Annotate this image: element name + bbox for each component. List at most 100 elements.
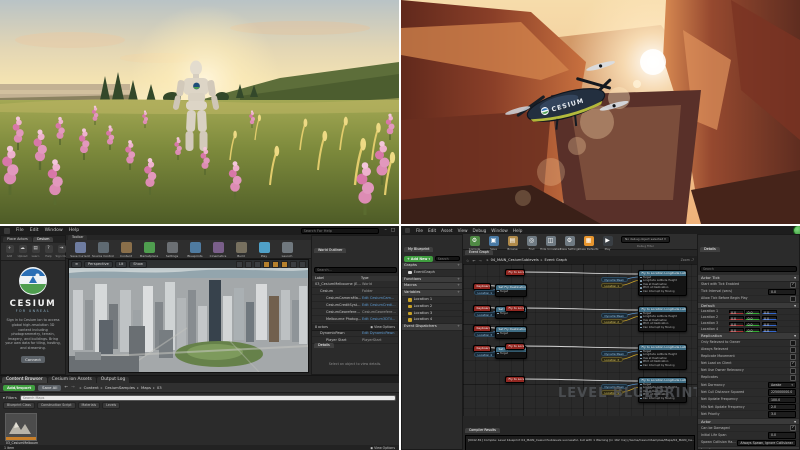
outliner-row[interactable]: Melbourne PhotogrammetryEdit Cesium3DTil…	[312, 316, 398, 323]
tab-output-log[interactable]: Output Log	[97, 377, 130, 383]
main-toolbar-button[interactable]: Blueprints	[185, 242, 205, 258]
back-icon[interactable]: ←	[64, 385, 68, 390]
function-node[interactable]: Fly to Location Longitude Latitude Heigh…	[638, 306, 687, 332]
my-blueprint-row[interactable]: Graphs +	[402, 263, 462, 270]
bookmark-star-icon[interactable]: ☆	[466, 258, 469, 263]
my-blueprint-row[interactable]: Location 4 +	[402, 317, 462, 324]
tab-place-actors[interactable]: Place Actors	[3, 237, 32, 242]
breadcrumb-item[interactable]: 03	[151, 385, 162, 390]
help-search-input[interactable]	[301, 228, 379, 234]
details-row[interactable]: Net Dormancy Awake	[698, 382, 799, 389]
event-graph-tab[interactable]: Event Graph	[465, 250, 493, 255]
viewport-options-icon[interactable]: ≡	[71, 261, 82, 268]
breadcrumb-item[interactable]: Maps	[135, 385, 151, 390]
menu-item[interactable]: View	[458, 228, 468, 233]
details-row[interactable]: Only Relevant to Owner	[698, 340, 799, 347]
variable-get-pill[interactable]: Location 2	[474, 312, 496, 317]
breadcrumb-item[interactable]: 04_MAIN_CesiumSublevels	[485, 258, 539, 262]
my-blueprint-row[interactable]: Location 1 +	[402, 297, 462, 304]
menu-item[interactable]: Window	[491, 228, 508, 233]
cesium-toolbar-button[interactable]: + Add	[4, 245, 15, 258]
tab-cesium[interactable]: Cesium	[33, 237, 54, 242]
action-node[interactable]: Set Fly DestinationTarget	[495, 284, 527, 297]
my-blueprint-search-input[interactable]	[435, 256, 460, 262]
pawn-get-pill[interactable]: DynamicPawn	[601, 277, 628, 282]
details-row[interactable]: Net Load on Client	[698, 361, 799, 368]
value-field[interactable]: 2.0	[768, 404, 796, 410]
rotation-snap-toggle[interactable]	[272, 261, 279, 268]
blueprint-toolbar-button[interactable]: ⚙ Class Settings	[561, 236, 578, 251]
vector-get-pill[interactable]: Location 3	[601, 357, 623, 362]
action-node[interactable]: Set Fly DestinationTarget	[495, 326, 527, 339]
blueprint-toolbar-button[interactable]: ▦ Class Defaults	[580, 236, 597, 251]
add-import-button[interactable]: Add/Import	[3, 385, 35, 391]
blueprint-toolbar-button[interactable]: ▶ Play	[599, 236, 616, 251]
menu-item[interactable]: Help	[69, 228, 79, 233]
event-node[interactable]: Keyboard 2	[473, 305, 491, 312]
graph-back-icon[interactable]: ←	[472, 258, 475, 263]
lit-mode-button[interactable]: Lit	[115, 261, 127, 268]
main-toolbar-button[interactable]: Save Current	[70, 242, 90, 258]
camera-speed-icon[interactable]	[290, 261, 297, 268]
scale-tool-icon[interactable]	[254, 261, 261, 268]
debug-object-dropdown[interactable]: No debug object selected ▾ Debug Filter	[621, 236, 670, 248]
variable-get-pill[interactable]: Location 1	[474, 290, 496, 295]
details-row[interactable]: Allow Tick Before Begin Play	[698, 296, 799, 303]
outliner-row[interactable]: CesiumFolder	[312, 288, 398, 295]
details-row[interactable]: Always Relevant	[698, 347, 799, 354]
event-node[interactable]: Keyboard 3	[473, 325, 491, 332]
details-row[interactable]: Min Net Update Frequency 2.0	[698, 404, 799, 411]
y-field[interactable]: 0.0	[745, 310, 760, 314]
maximize-icon[interactable]: □	[391, 228, 395, 233]
maximize-viewport-icon[interactable]	[299, 261, 306, 268]
connect-button[interactable]: Connect	[21, 356, 45, 363]
value-field[interactable]: 225000000.0	[768, 389, 796, 395]
z-field[interactable]: 0.0	[762, 322, 777, 326]
my-blueprint-row[interactable]: Location 3 +	[402, 311, 462, 318]
outliner-row[interactable]: CesiumGeoreferenceCesiumGeoreference	[312, 309, 398, 316]
custom-event-node[interactable]: Fly to Location 2	[505, 305, 525, 312]
breadcrumb-item[interactable]: Content	[78, 385, 99, 390]
add-icon[interactable]: +	[457, 290, 460, 296]
value-field[interactable]: Awake	[768, 382, 796, 388]
details-row[interactable]: Net Use Owner Relevancy	[698, 368, 799, 375]
z-field[interactable]: 0.0	[762, 316, 777, 320]
event-node[interactable]: Keyboard 4	[473, 345, 491, 352]
details-tab[interactable]: Details	[314, 343, 334, 348]
function-node[interactable]: Fly to Location Longitude Latitude Heigh…	[638, 270, 687, 296]
z-field[interactable]: 0.0	[762, 328, 777, 332]
checkbox[interactable]	[790, 282, 796, 288]
node-pin[interactable]: Can Interrupt by Moving	[639, 290, 686, 294]
details-row[interactable]: Spawn Collision Handling Method Always S…	[698, 440, 799, 447]
details-row[interactable]: Initial Life Span 0.0	[698, 432, 799, 439]
custom-event-node[interactable]: Fly to Location 1	[505, 269, 525, 276]
vector-get-pill[interactable]: Location 2	[601, 319, 623, 324]
forward-icon[interactable]: →	[71, 385, 75, 390]
grid-snap-toggle[interactable]	[263, 261, 270, 268]
menu-item[interactable]: Help	[513, 228, 523, 233]
event-graph-canvas[interactable]: Keyboard 1 Location 1 Set Fly Destinatio…	[463, 264, 697, 416]
details-row[interactable]: Net Update Frequency 100.0	[698, 397, 799, 404]
main-toolbar-button[interactable]: Cinematics	[208, 242, 228, 258]
checkbox[interactable]	[790, 296, 796, 302]
main-toolbar-button[interactable]: Content	[116, 242, 136, 258]
x-field[interactable]: 0.0	[729, 328, 744, 332]
details-tab[interactable]: Details	[700, 247, 720, 252]
save-all-button[interactable]: Save All	[38, 385, 61, 391]
details-row[interactable]: Start with Tick Enabled	[698, 282, 799, 289]
checkbox[interactable]	[790, 375, 796, 381]
node-pin[interactable]: Can Interrupt by Moving	[639, 364, 686, 368]
my-blueprint-tab[interactable]: My Blueprint	[404, 247, 433, 252]
checkbox[interactable]	[790, 354, 796, 360]
filter-chip[interactable]: Levels	[102, 402, 120, 409]
details-row[interactable]: Replicates	[698, 375, 799, 382]
my-blueprint-row[interactable]: Macros +	[402, 283, 462, 290]
main-toolbar-button[interactable]: Build	[231, 242, 251, 258]
my-blueprint-row[interactable]: Functions +	[402, 277, 462, 284]
vector-get-pill[interactable]: Location 1	[601, 283, 623, 288]
details-row[interactable]: Can be Damaged	[698, 425, 799, 432]
value-field[interactable]: 3.0	[768, 411, 796, 417]
graph-forward-icon[interactable]: →	[479, 258, 482, 263]
checkbox[interactable]	[790, 347, 796, 353]
cesium-toolbar-button[interactable]: ▤ Learn	[30, 245, 41, 258]
